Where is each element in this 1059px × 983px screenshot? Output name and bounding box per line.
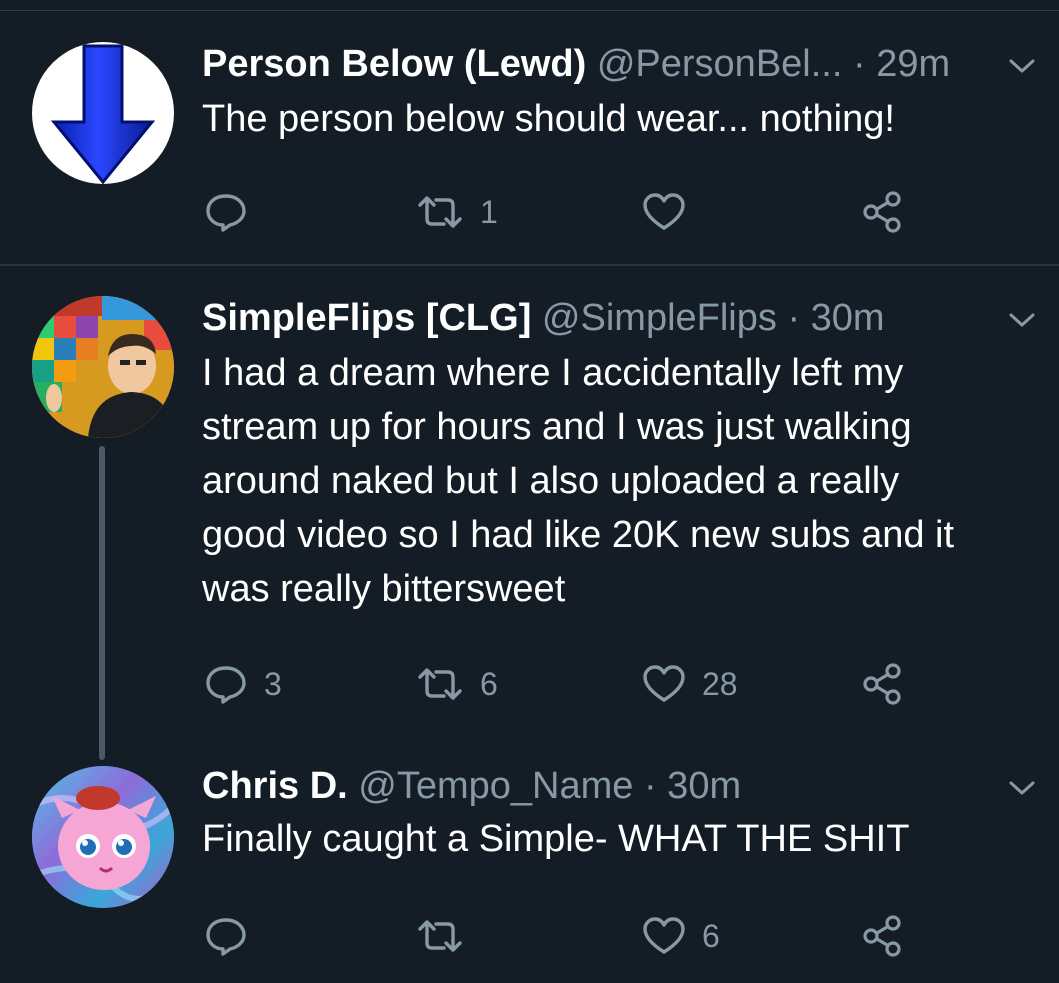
timestamp[interactable]: · 30m: [644, 765, 741, 807]
heart-icon: [643, 193, 685, 230]
tweet-actions: 6: [202, 914, 922, 958]
display-name[interactable]: Person Below (Lewd): [202, 43, 586, 85]
user-handle[interactable]: @SimpleFlips: [542, 297, 777, 339]
tweet-text: I had a dream where I accidentally left …: [202, 352, 955, 610]
tweet-header: Person Below (Lewd) @PersonBel... · 29m: [202, 42, 950, 86]
reply-icon: [206, 194, 246, 232]
heart-icon: [643, 665, 685, 702]
share-button[interactable]: [860, 662, 904, 706]
share-icon: [863, 915, 901, 957]
reply-button[interactable]: [204, 190, 264, 234]
avatar-image: [32, 296, 174, 438]
reply-button[interactable]: [204, 914, 264, 958]
tweet-text: The person below should wear... nothing!: [202, 98, 895, 140]
like-button[interactable]: [642, 190, 702, 234]
user-handle[interactable]: @Tempo_Name: [358, 765, 633, 807]
tweet-actions: 1: [202, 190, 922, 234]
like-count: 28: [702, 665, 738, 702]
avatar-person-below[interactable]: [32, 42, 174, 184]
avatar-image: [32, 766, 174, 908]
tweet-actions: 3 6 28: [202, 662, 922, 706]
tweet-text: Finally caught a Simple- WHAT THE SHIT: [202, 818, 910, 860]
reply-icon: [206, 666, 246, 704]
heart-icon: [643, 917, 685, 954]
avatar-simpleflips[interactable]: [32, 296, 174, 438]
avatar-chris-d[interactable]: [32, 766, 174, 908]
retweet-icon: [418, 668, 462, 700]
share-icon: [863, 663, 901, 705]
retweet-count: 6: [480, 665, 498, 702]
display-name[interactable]: SimpleFlips [CLG]: [202, 297, 531, 339]
like-button[interactable]: 6: [642, 914, 720, 958]
chevron-down-icon[interactable]: [1007, 56, 1037, 76]
tweet-simpleflips[interactable]: SimpleFlips [CLG] @SimpleFlips · 30m I h…: [0, 266, 1059, 736]
timestamp[interactable]: · 30m: [787, 297, 884, 339]
retweet-button[interactable]: [416, 914, 480, 958]
user-handle[interactable]: @PersonBel...: [597, 43, 843, 85]
share-button[interactable]: [860, 190, 904, 234]
tweet-header: SimpleFlips [CLG] @SimpleFlips · 30m: [202, 296, 885, 340]
down-arrow-icon: [50, 44, 156, 184]
retweet-button[interactable]: 1: [416, 190, 498, 234]
display-name[interactable]: Chris D.: [202, 765, 348, 807]
retweet-icon: [418, 920, 462, 952]
share-icon: [863, 191, 901, 233]
tweet-chris-d[interactable]: Chris D. @Tempo_Name · 30m Finally caugh…: [0, 736, 1059, 983]
retweet-button[interactable]: 6: [416, 662, 498, 706]
timestamp[interactable]: · 29m: [853, 43, 950, 85]
tweet-header: Chris D. @Tempo_Name · 30m: [202, 764, 741, 808]
retweet-icon: [418, 196, 462, 228]
like-count: 6: [702, 917, 720, 954]
chevron-down-icon[interactable]: [1007, 310, 1037, 330]
reply-count: 3: [264, 665, 282, 702]
reply-icon: [206, 918, 246, 956]
like-button[interactable]: 28: [642, 662, 738, 706]
chevron-down-icon[interactable]: [1007, 778, 1037, 798]
reply-button[interactable]: 3: [204, 662, 282, 706]
share-button[interactable]: [860, 914, 904, 958]
tweet-person-below[interactable]: Person Below (Lewd) @PersonBel... · 29m …: [0, 0, 1059, 265]
retweet-count: 1: [480, 193, 498, 230]
